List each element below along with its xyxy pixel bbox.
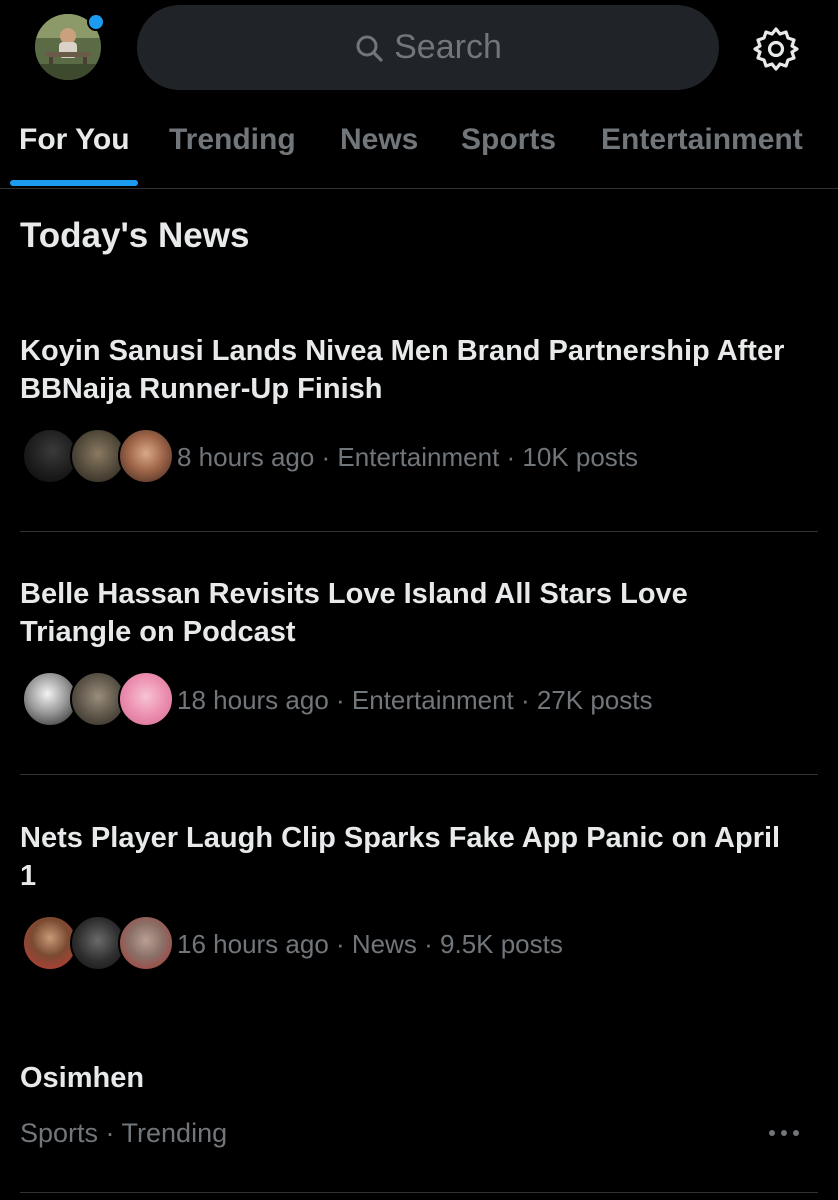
more-options-icon: [769, 1130, 799, 1136]
active-tab-indicator: [10, 180, 138, 186]
avatar-stack: [22, 671, 174, 729]
gear-icon: [753, 27, 799, 71]
tab-bar: For You Trending News Sports Entertainme…: [0, 96, 838, 189]
news-headline: Nets Player Laugh Clip Sparks Fake App P…: [20, 822, 781, 892]
avatar-stack: [22, 915, 174, 973]
section-title: Today's News: [20, 216, 250, 255]
news-item[interactable]: Belle Hassan Revisits Love Island All St…: [0, 575, 838, 775]
news-meta-row: 18 hours ago · Entertainment · 27K posts: [22, 671, 653, 729]
more-options-button[interactable]: [766, 1118, 802, 1148]
trend-meta: Sports · Trending: [20, 1118, 228, 1148]
divider: [20, 1192, 818, 1193]
tab-sports[interactable]: Sports: [461, 123, 556, 157]
avatar: [118, 428, 174, 484]
tab-trending[interactable]: Trending: [169, 123, 296, 157]
search-bar[interactable]: Search: [137, 5, 719, 90]
news-item[interactable]: Koyin Sanusi Lands Nivea Men Brand Partn…: [0, 332, 838, 532]
search-icon: [354, 33, 384, 63]
trend-name[interactable]: Osimhen: [20, 1062, 144, 1095]
news-headline: Koyin Sanusi Lands Nivea Men Brand Partn…: [20, 335, 785, 405]
news-item[interactable]: Nets Player Laugh Clip Sparks Fake App P…: [0, 819, 838, 1019]
tab-news[interactable]: News: [340, 123, 418, 157]
search-placeholder: Search: [394, 28, 502, 66]
top-bar: Search: [0, 0, 838, 96]
avatar-stack: [22, 428, 174, 486]
tab-for-you[interactable]: For You: [19, 123, 130, 157]
news-meta: 18 hours ago · Entertainment · 27K posts: [177, 684, 653, 715]
settings-button[interactable]: [752, 25, 800, 73]
avatar: [118, 915, 174, 971]
news-headline: Belle Hassan Revisits Love Island All St…: [20, 578, 688, 648]
news-meta: 8 hours ago · Entertainment · 10K posts: [177, 441, 639, 472]
tab-entertainment[interactable]: Entertainment: [601, 123, 803, 157]
divider: [20, 531, 818, 532]
avatar: [118, 671, 174, 727]
news-meta-row: 16 hours ago · News · 9.5K posts: [22, 915, 563, 973]
explore-screen: Search For You Trending News Sports Ente…: [0, 0, 838, 1200]
news-meta: 16 hours ago · News · 9.5K posts: [177, 928, 563, 959]
notification-dot: [87, 13, 105, 31]
news-meta-row: 8 hours ago · Entertainment · 10K posts: [22, 428, 638, 486]
divider: [20, 774, 818, 775]
